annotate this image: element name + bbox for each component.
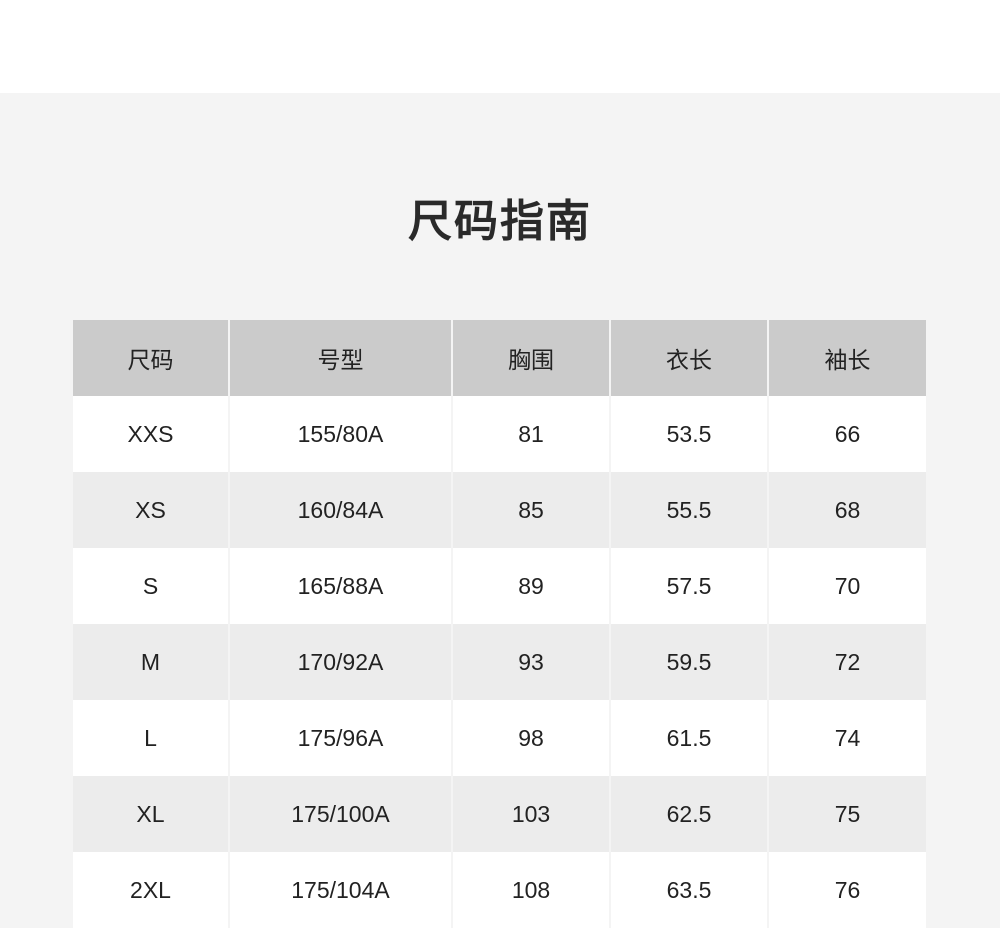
table-row: M 170/92A 93 59.5 72 — [73, 624, 926, 700]
table-row: S 165/88A 89 57.5 70 — [73, 548, 926, 624]
cell-model: 170/92A — [229, 624, 453, 700]
cell-model: 175/100A — [229, 776, 453, 852]
cell-chest: 108 — [452, 852, 611, 928]
header-sleeve: 袖长 — [768, 320, 926, 396]
header-model: 号型 — [229, 320, 453, 396]
cell-chest: 103 — [452, 776, 611, 852]
cell-sleeve: 66 — [768, 396, 926, 472]
size-chart-table: 尺码 号型 胸围 衣长 袖长 XXS 155/80A 81 53.5 66 XS… — [73, 320, 926, 928]
header-chest: 胸围 — [452, 320, 611, 396]
cell-length: 61.5 — [610, 700, 769, 776]
table-header-row: 尺码 号型 胸围 衣长 袖长 — [73, 320, 926, 396]
cell-size: M — [73, 624, 230, 700]
cell-chest: 81 — [452, 396, 611, 472]
cell-sleeve: 70 — [768, 548, 926, 624]
cell-model: 155/80A — [229, 396, 453, 472]
table-row: 2XL 175/104A 108 63.5 76 — [73, 852, 926, 928]
cell-length: 63.5 — [610, 852, 769, 928]
cell-sleeve: 74 — [768, 700, 926, 776]
cell-length: 59.5 — [610, 624, 769, 700]
cell-model: 175/96A — [229, 700, 453, 776]
cell-size: S — [73, 548, 230, 624]
page-title: 尺码指南 — [408, 196, 592, 247]
cell-sleeve: 75 — [768, 776, 926, 852]
cell-chest: 98 — [452, 700, 611, 776]
cell-model: 175/104A — [229, 852, 453, 928]
cell-chest: 89 — [452, 548, 611, 624]
cell-length: 62.5 — [610, 776, 769, 852]
cell-model: 160/84A — [229, 472, 453, 548]
cell-size: XXS — [73, 396, 230, 472]
header-length: 衣长 — [610, 320, 769, 396]
cell-model: 165/88A — [229, 548, 453, 624]
cell-length: 53.5 — [610, 396, 769, 472]
cell-chest: 93 — [452, 624, 611, 700]
table-row: L 175/96A 98 61.5 74 — [73, 700, 926, 776]
table-row: XXS 155/80A 81 53.5 66 — [73, 396, 926, 472]
header-size: 尺码 — [73, 320, 230, 396]
table-row: XS 160/84A 85 55.5 68 — [73, 472, 926, 548]
table-row: XL 175/100A 103 62.5 75 — [73, 776, 926, 852]
cell-chest: 85 — [452, 472, 611, 548]
cell-size: 2XL — [73, 852, 230, 928]
top-blank-band — [0, 0, 1000, 93]
cell-length: 55.5 — [610, 472, 769, 548]
cell-sleeve: 72 — [768, 624, 926, 700]
cell-size: XL — [73, 776, 230, 852]
cell-length: 57.5 — [610, 548, 769, 624]
cell-size: XS — [73, 472, 230, 548]
cell-size: L — [73, 700, 230, 776]
cell-sleeve: 68 — [768, 472, 926, 548]
cell-sleeve: 76 — [768, 852, 926, 928]
